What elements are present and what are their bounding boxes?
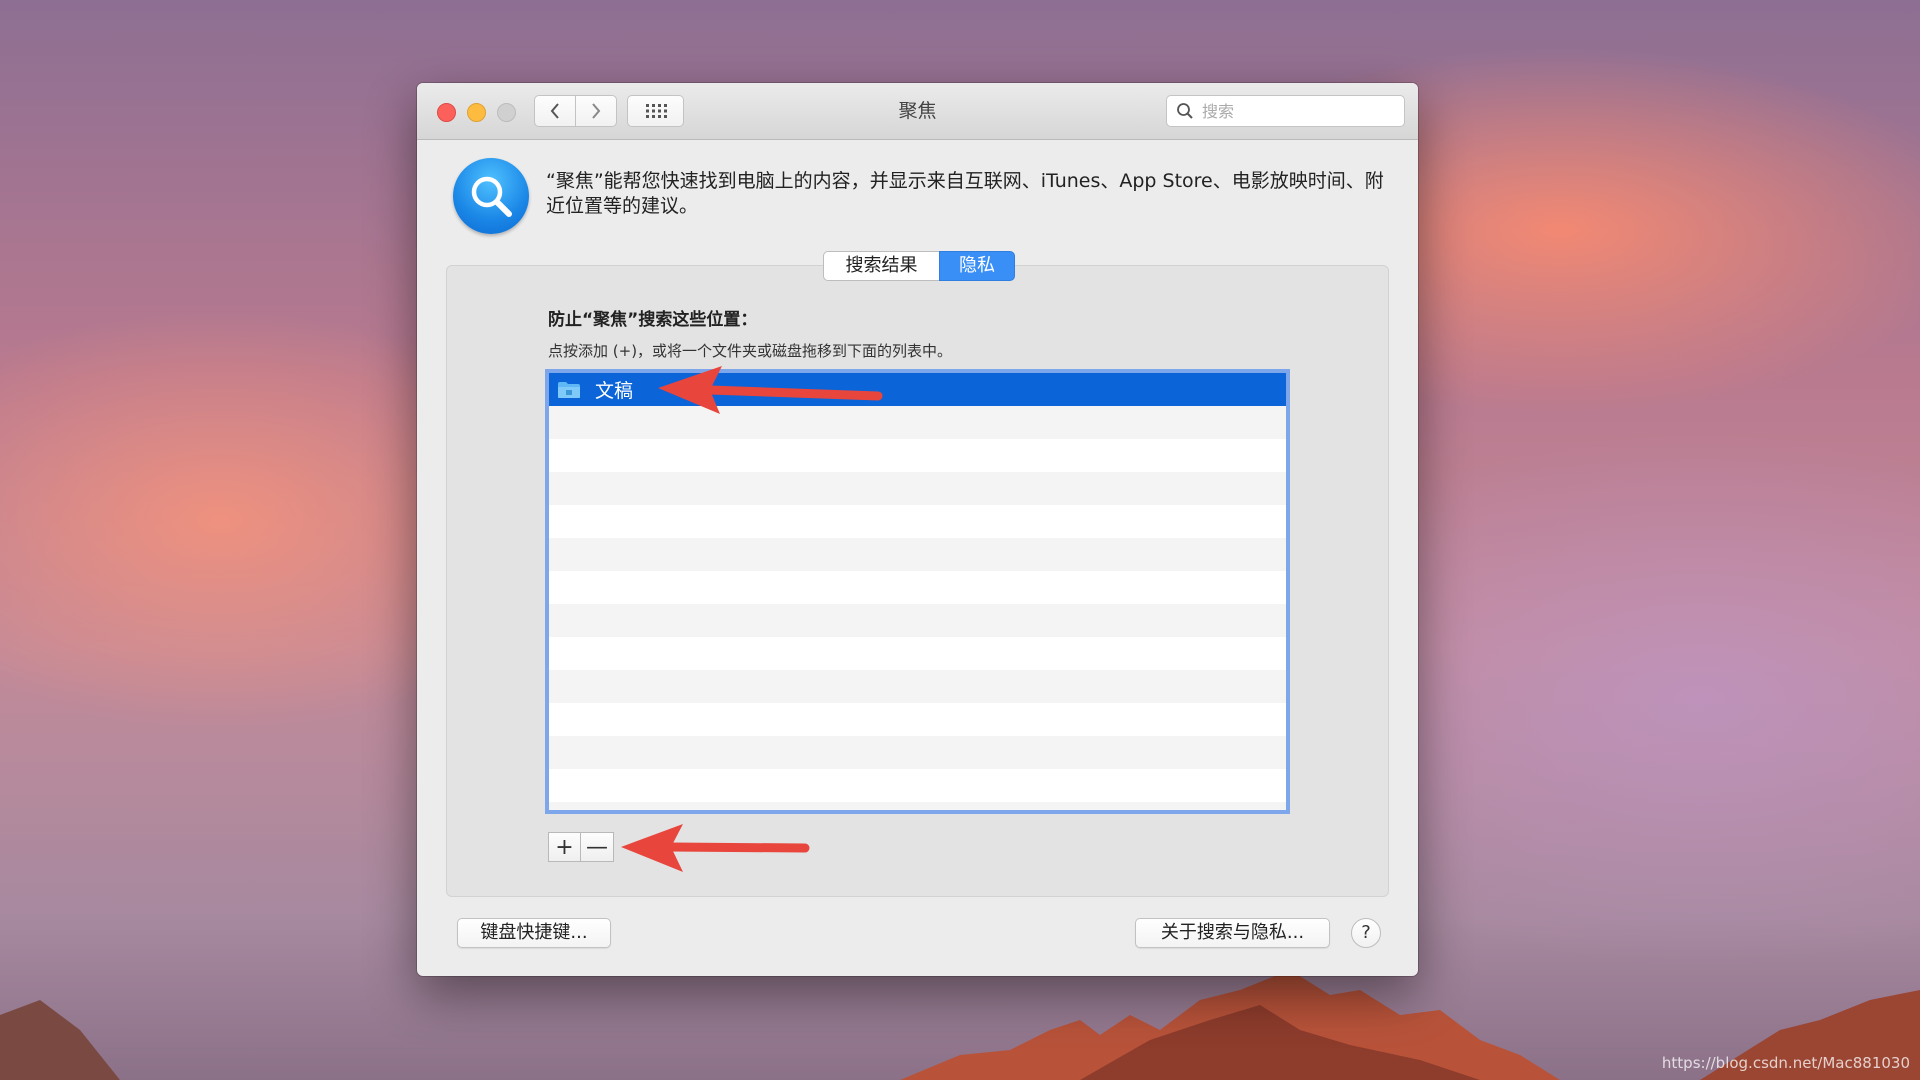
show-all-button[interactable]: [627, 95, 684, 127]
annotation-arrow-icon: [658, 366, 883, 414]
excluded-locations-list[interactable]: 文稿: [545, 369, 1290, 814]
zoom-window-button[interactable]: [497, 103, 516, 122]
spotlight-description: “聚焦”能帮您快速找到电脑上的内容，并显示来自互联网、iTunes、App St…: [546, 170, 1384, 217]
title-bar: 聚焦: [417, 83, 1418, 140]
list-row-empty: [549, 769, 1286, 802]
about-search-privacy-button[interactable]: 关于搜索与隐私...: [1135, 918, 1330, 948]
search-field[interactable]: [1166, 95, 1405, 127]
add-location-button[interactable]: +: [548, 832, 581, 862]
help-button[interactable]: ?: [1351, 918, 1381, 948]
minimize-window-button[interactable]: [467, 103, 486, 122]
search-input[interactable]: [1200, 100, 1394, 122]
forward-button[interactable]: [575, 95, 617, 127]
chevron-left-icon: [550, 103, 559, 119]
tab-privacy[interactable]: 隐私: [939, 251, 1015, 281]
grid-icon: [645, 104, 667, 118]
list-row-empty: [549, 703, 1286, 736]
spotlight-logo-icon: [453, 158, 529, 234]
list-row-empty: [549, 637, 1286, 670]
privacy-hint: 点按添加 (+)，或将一个文件夹或磁盘拖移到下面的列表中。: [548, 342, 953, 360]
keyboard-shortcuts-button[interactable]: 键盘快捷键...: [457, 918, 611, 948]
tab-search-results[interactable]: 搜索结果: [823, 251, 939, 281]
annotation-arrow-icon: [621, 824, 810, 872]
list-row-empty: [549, 505, 1286, 538]
list-row-empty: [549, 736, 1286, 769]
list-row-empty: [549, 472, 1286, 505]
close-window-button[interactable]: [437, 103, 456, 122]
list-row-empty: [549, 802, 1286, 810]
chevron-right-icon: [592, 103, 601, 119]
add-remove-control: + —: [548, 832, 614, 862]
watermark-text: https://blog.csdn.net/Mac881030: [1661, 1054, 1910, 1072]
remove-location-button[interactable]: —: [581, 832, 614, 862]
list-row-empty: [549, 439, 1286, 472]
folder-icon: [558, 381, 580, 398]
back-button[interactable]: [534, 95, 576, 127]
search-icon: [1177, 103, 1193, 119]
mountain-silhouette: [0, 970, 1920, 1080]
list-row-empty: [549, 604, 1286, 637]
list-item-label: 文稿: [595, 380, 634, 402]
tab-bar: 搜索结果 隐私: [823, 251, 1015, 281]
privacy-heading: 防止“聚焦”搜索这些位置：: [548, 310, 758, 330]
spotlight-preferences-window: 聚焦 “聚焦”能帮您快速找到电脑上的内容，并显示来自互联网、iTunes、App…: [417, 83, 1418, 976]
list-row-empty: [549, 670, 1286, 703]
list-row-empty: [549, 571, 1286, 604]
list-row-empty: [549, 538, 1286, 571]
